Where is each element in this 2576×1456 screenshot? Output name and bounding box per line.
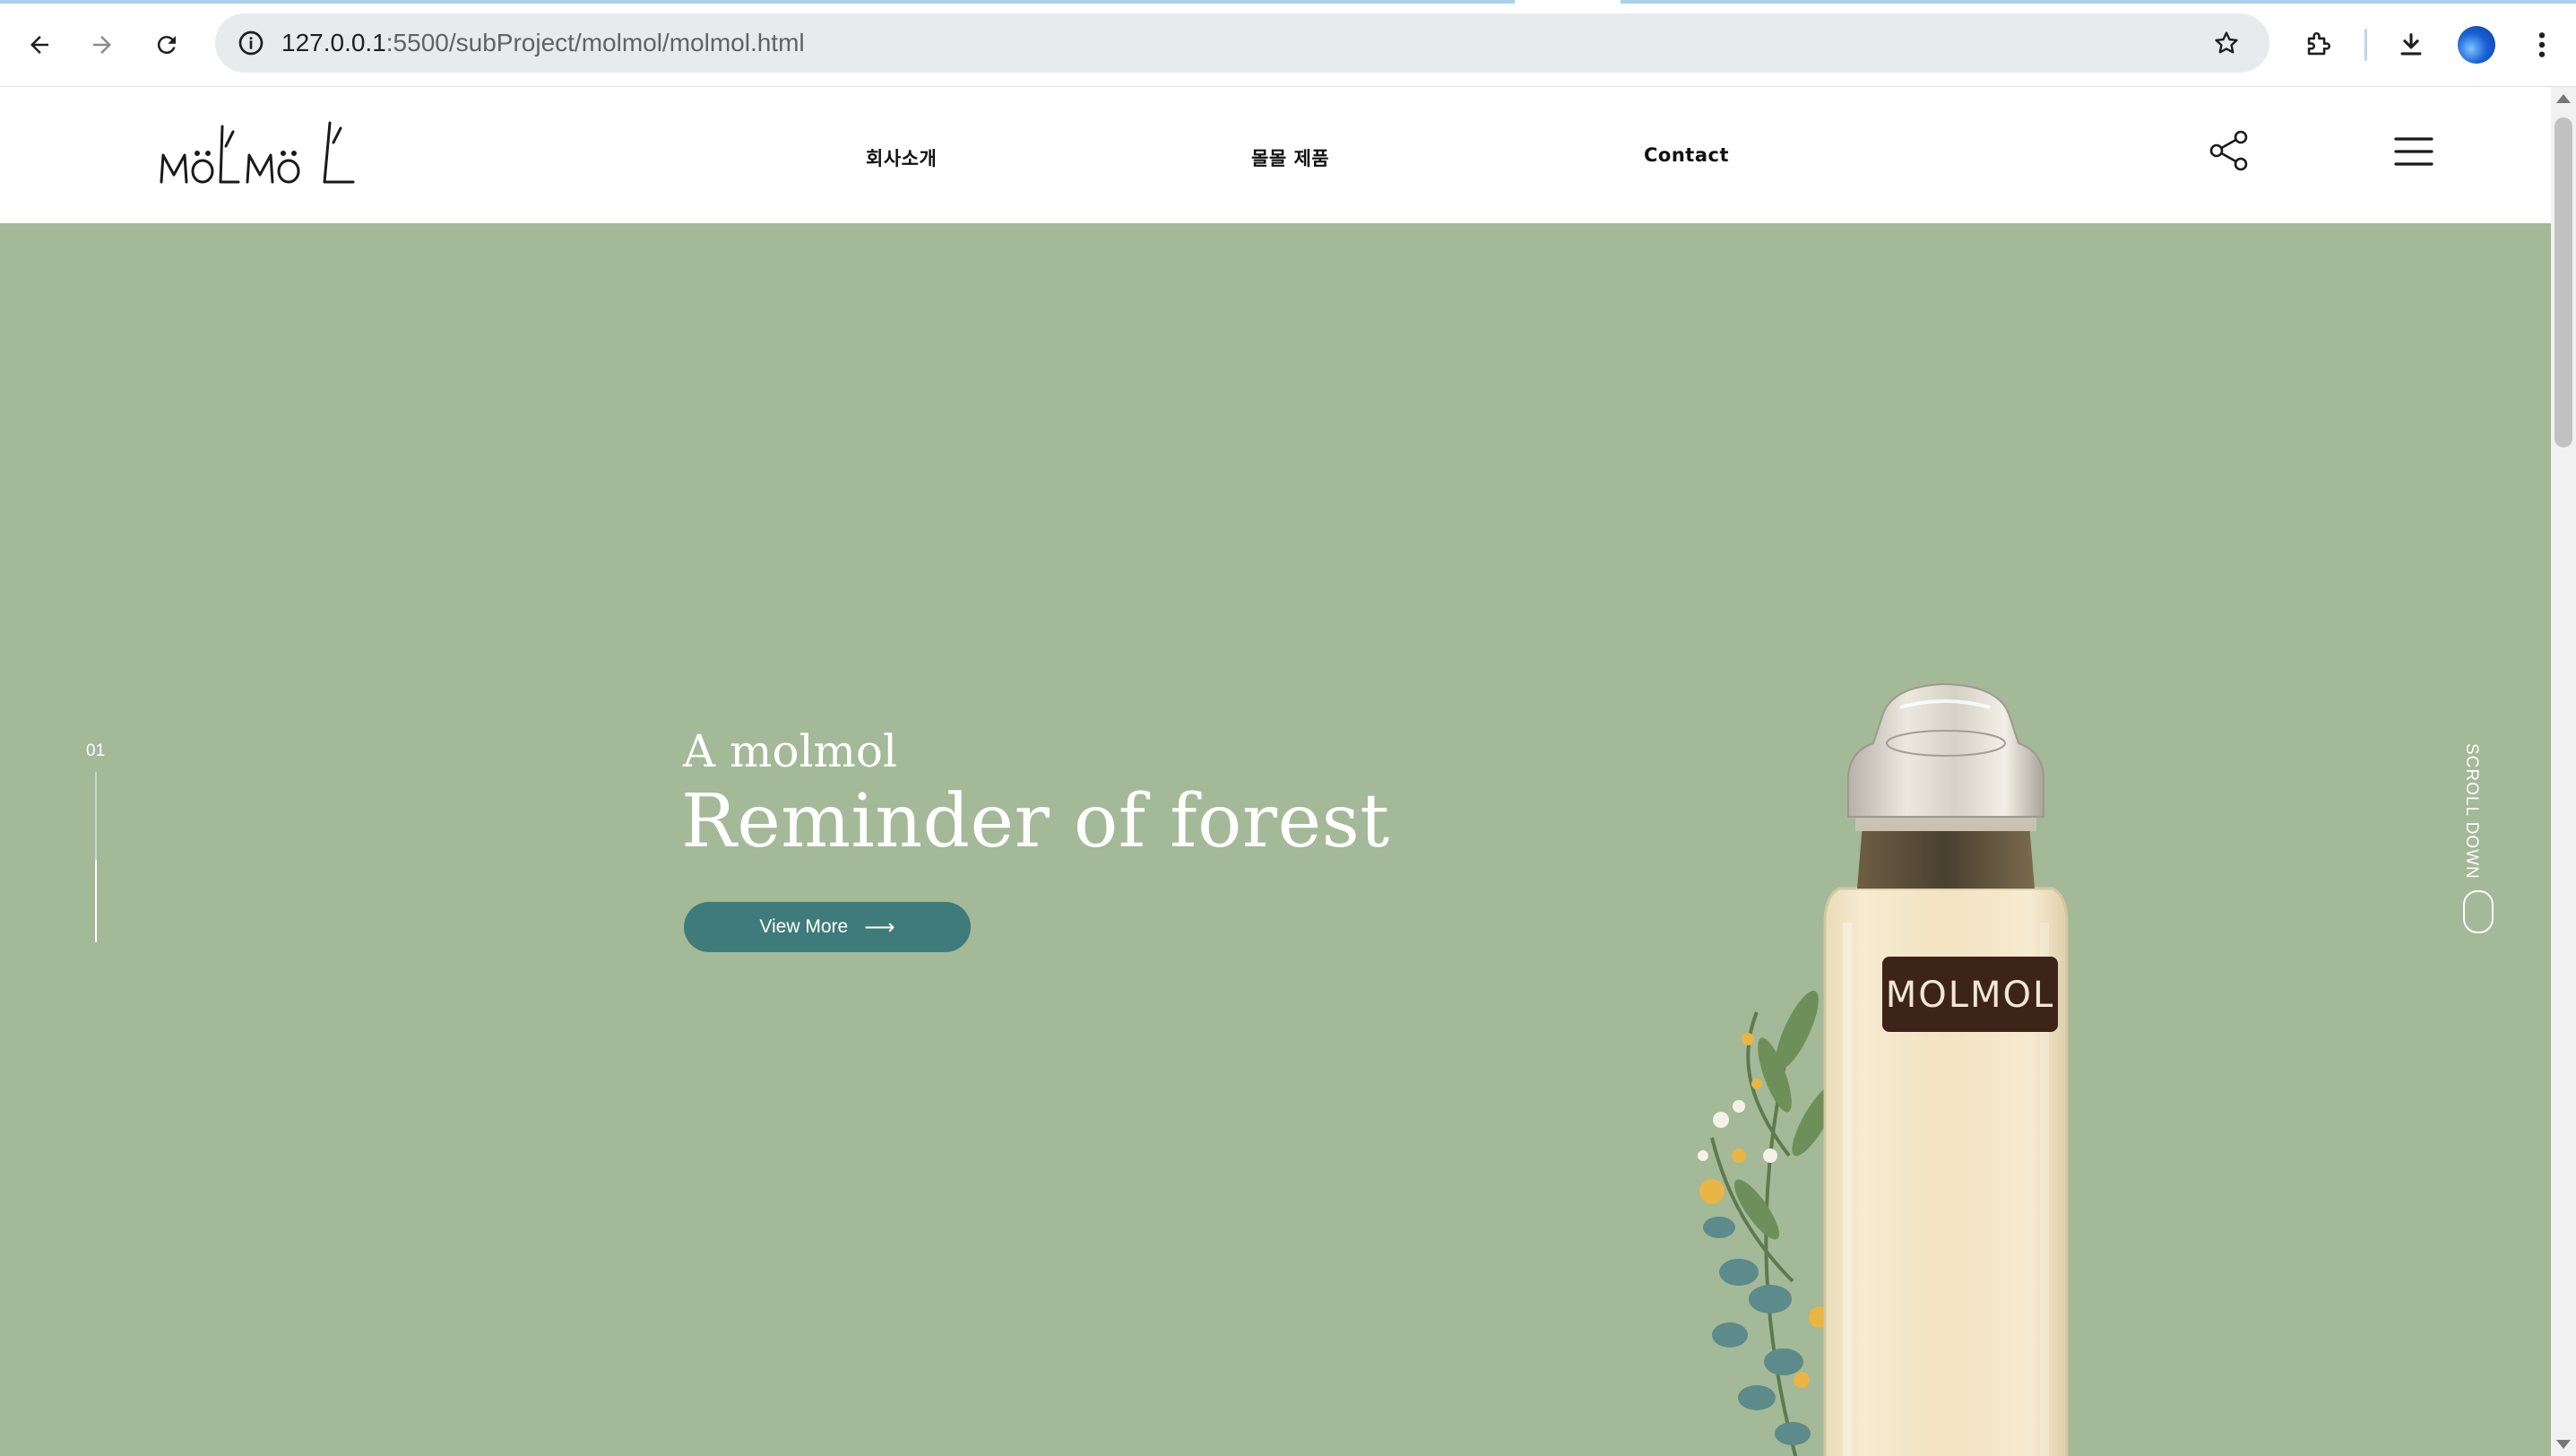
share-icon[interactable] (2207, 128, 2252, 173)
hamburger-menu-icon[interactable] (2393, 135, 2434, 168)
url-path: :5500/subProject/molmol/molmol.html (385, 29, 805, 56)
arrow-right-icon: ⟶ (864, 914, 895, 940)
bottle-label-text: MOLMOL (1886, 975, 2055, 1016)
site-info-icon[interactable] (229, 22, 272, 65)
scrollbar-thumb[interactable] (2554, 117, 2572, 447)
molmol-logo-mark (160, 121, 355, 184)
browser-toolbar: 127.0.0.1:5500/subProject/molmol/molmol.… (0, 0, 2576, 87)
tab-loading-indicator (0, 0, 1515, 4)
page-scrollbar[interactable] (2551, 87, 2576, 1456)
tab-loading-indicator-secondary (1621, 0, 2576, 4)
toolbar-separator (2364, 29, 2367, 61)
profile-avatar[interactable] (2458, 26, 2495, 64)
site-header: 회사소개 몰몰 제품 Contact (0, 87, 2551, 223)
scroll-down-arrow-icon[interactable] (2556, 1440, 2571, 1449)
bookmark-star-icon[interactable] (2205, 22, 2248, 65)
hero-section: 01 A molmol Reminder of forest View More… (0, 223, 2551, 1456)
address-bar[interactable]: 127.0.0.1:5500/subProject/molmol/molmol.… (215, 13, 2269, 73)
extensions-icon[interactable] (2295, 22, 2341, 68)
back-arrow-icon[interactable] (18, 23, 61, 66)
slide-number: 01 (86, 741, 106, 760)
slide-progress-fill (95, 860, 97, 942)
scroll-down-label: SCROLL DOWN (2462, 743, 2481, 880)
hero-title: Reminder of forest (681, 779, 1390, 864)
nav-link-company[interactable]: 회사소개 (866, 144, 937, 171)
page-viewport: 회사소개 몰몰 제품 Contact 01 A molmol Reminder … (0, 87, 2551, 1456)
perfume-bottle-image: MOLMOL (1698, 682, 2069, 1456)
download-icon[interactable] (2388, 22, 2434, 68)
url-host: 127.0.0.1 (281, 29, 386, 56)
forward-arrow-icon[interactable] (81, 23, 124, 66)
nav-link-contact[interactable]: Contact (1644, 144, 1729, 166)
nav-link-products[interactable]: 몰몰 제품 (1251, 144, 1329, 171)
more-menu-icon[interactable] (2519, 22, 2565, 68)
molmol-logo[interactable] (158, 119, 357, 187)
scroll-mouse-icon[interactable] (2463, 890, 2494, 933)
view-more-button[interactable]: View More ⟶ (684, 902, 971, 952)
scroll-up-arrow-icon[interactable] (2556, 94, 2571, 103)
url-text[interactable]: 127.0.0.1:5500/subProject/molmol/molmol.… (281, 27, 805, 59)
reload-icon[interactable] (145, 23, 188, 66)
hero-kicker: A molmol (683, 725, 898, 777)
view-more-label: View More (759, 916, 849, 937)
